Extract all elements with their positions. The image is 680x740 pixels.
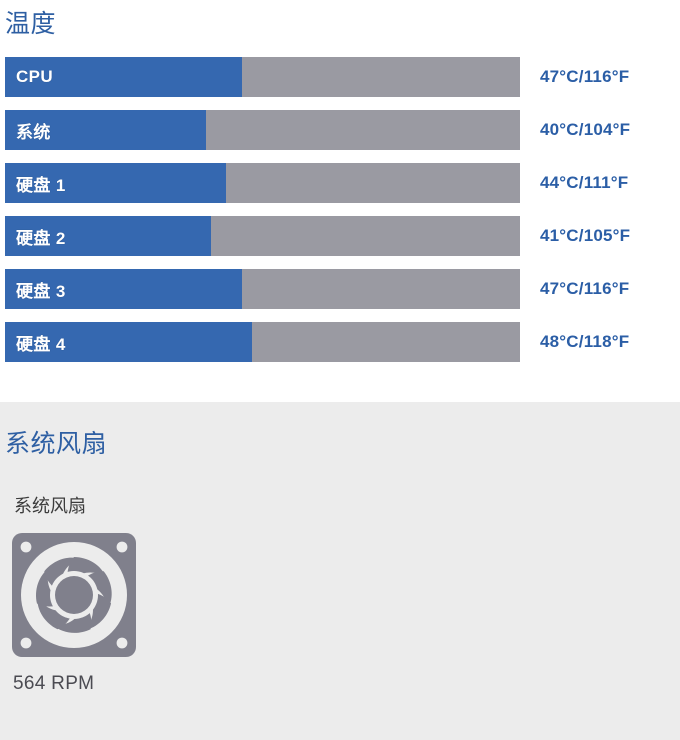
list-item: 系统风扇 564 RPM: [0, 459, 680, 695]
temperature-bar-label: CPU: [16, 67, 54, 86]
temperature-bar-value: 40°C/104°F: [540, 120, 631, 139]
temperature-bar-value: 48°C/118°F: [540, 332, 630, 351]
temperature-bar-label: 系统: [16, 122, 51, 142]
temperature-bar-label: 硬盘 4: [16, 334, 66, 354]
temperature-section-title: 温度: [5, 10, 57, 38]
table-row: CPU 47°C/116°F: [0, 57, 680, 97]
temperature-section: 温度 CPU 47°C/116°F 系统 40°C/104°F 硬盘 1 44°…: [0, 0, 680, 402]
table-row: 硬盘 2 41°C/105°F: [0, 216, 680, 256]
table-row: 硬盘 1 44°C/111°F: [0, 163, 680, 203]
table-row: 硬盘 4 48°C/118°F: [0, 322, 680, 362]
temperature-bar-label: 硬盘 1: [16, 175, 66, 195]
temperature-bar-track: CPU: [5, 57, 520, 97]
fan-rpm-value: 564 RPM: [13, 672, 95, 694]
temperature-bar-value: 44°C/111°F: [540, 173, 629, 192]
temperature-bar-value: 41°C/105°F: [540, 226, 631, 245]
temperature-bar-value: 47°C/116°F: [540, 67, 630, 86]
table-row: 硬盘 3 47°C/116°F: [0, 269, 680, 309]
fan-item-label: 系统风扇: [14, 496, 86, 516]
temperature-bar-track: 硬盘 3: [5, 269, 520, 309]
temperature-bar-label: 硬盘 2: [16, 228, 66, 248]
table-row: 系统 40°C/104°F: [0, 110, 680, 150]
temperature-bar-track: 硬盘 1: [5, 163, 520, 203]
system-fan-section: 系统风扇 系统风扇 564 RPM: [0, 402, 680, 740]
temperature-bar-track: 系统: [5, 110, 520, 150]
temperature-bar-track: 硬盘 4: [5, 322, 520, 362]
system-fan-section-title: 系统风扇: [5, 430, 108, 458]
temperature-bar-value: 47°C/116°F: [540, 279, 630, 298]
temperature-bar-label: 硬盘 3: [16, 281, 66, 301]
fan-icon: [0, 518, 680, 664]
temperature-bar-track: 硬盘 2: [5, 216, 520, 256]
temperature-bar-list: CPU 47°C/116°F 系统 40°C/104°F 硬盘 1 44°C/1…: [0, 57, 680, 362]
